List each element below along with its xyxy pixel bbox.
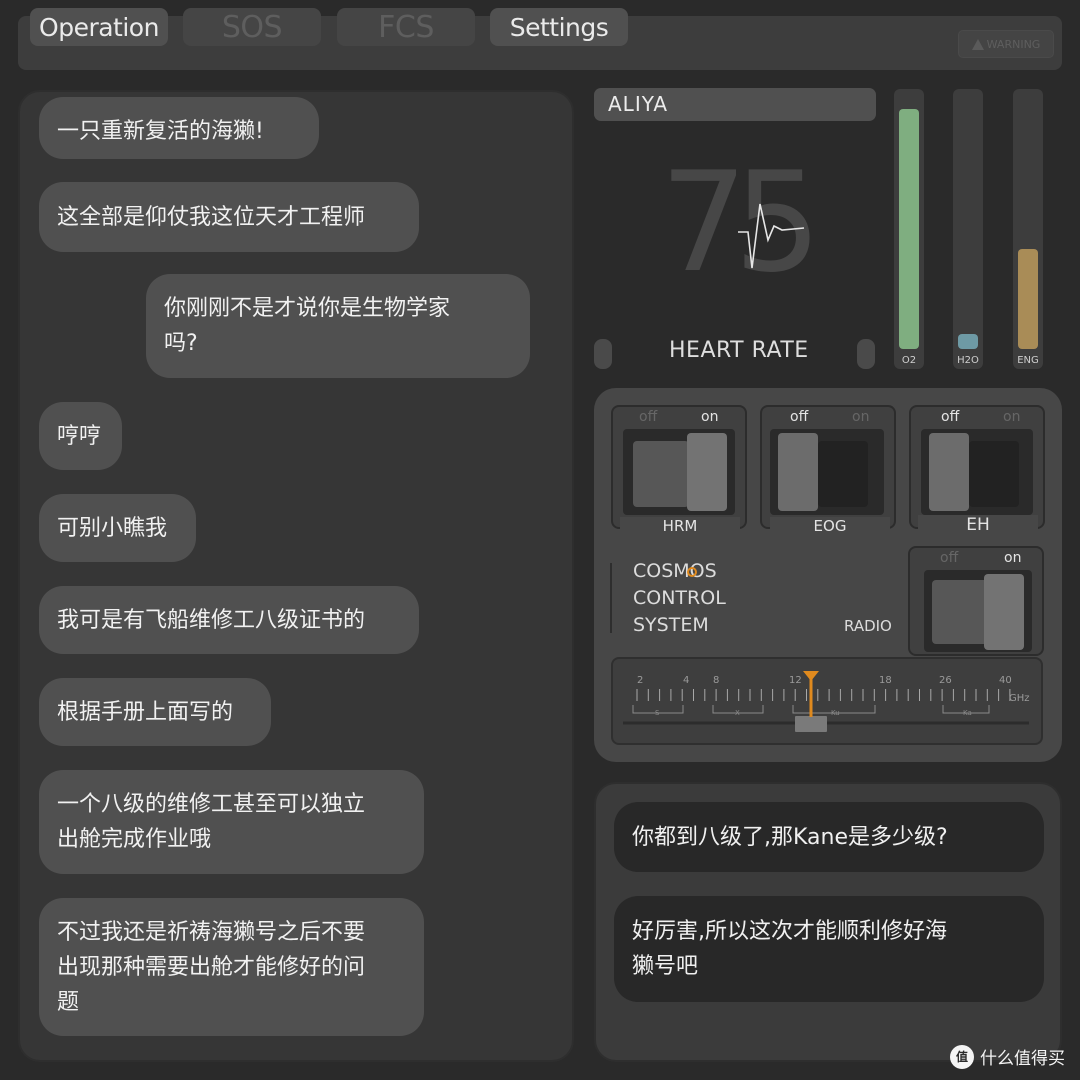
heart-rate-label: HEART RATE — [669, 338, 809, 363]
cosmos-logo: COSMOS CONTROL SYSTEM — [633, 558, 726, 639]
switch-knob[interactable] — [984, 574, 1024, 650]
gauge-h2o-fill — [958, 334, 978, 349]
cosmos-line-2: CONTROL — [633, 587, 726, 609]
tuner-slider-handle — [795, 716, 827, 732]
chat-bubble: 不过我还是祈祷海獭号之后不要 出现那种需要出舱才能修好的问 题 — [39, 898, 424, 1036]
tuner-unit-label: GHz — [1009, 693, 1030, 704]
chat-bubble: 一只重新复活的海獭! — [39, 97, 319, 159]
gauge-eng: ENG — [1013, 89, 1043, 369]
switch-radio[interactable]: off on — [908, 546, 1044, 656]
gauge-eng-label: ENG — [1017, 355, 1039, 366]
switch-knob[interactable] — [778, 433, 818, 511]
tab-settings[interactable]: Settings — [490, 8, 628, 46]
chat-bubble: 一个八级的维修工甚至可以独立 出舱完成作业哦 — [39, 770, 424, 874]
chat-bubble: 哼哼 — [39, 402, 122, 470]
switch-slot — [633, 441, 689, 507]
switch-slot — [932, 580, 988, 644]
switch-eog-label: EOG — [770, 517, 890, 535]
tuner-tick-label: 8 — [713, 675, 719, 686]
switch-knob[interactable] — [929, 433, 969, 511]
chat-bubble: 可别小瞧我 — [39, 494, 196, 562]
chat-bubble: 我可是有飞船维修工八级证书的 — [39, 586, 419, 654]
heart-rate-right-handle — [857, 339, 875, 369]
cosmos-line-3: SYSTEM — [633, 614, 709, 636]
tab-fcs[interactable]: FCS — [337, 8, 475, 46]
divider — [610, 563, 612, 633]
heart-rate-left-handle — [594, 339, 612, 369]
switch-eh-label: EH — [918, 515, 1038, 535]
switch-knob[interactable] — [687, 433, 727, 511]
watermark: 值 什么值得买 — [950, 1044, 1065, 1069]
chat-panel-right[interactable]: 你都到八级了,那Kane是多少级? 好厉害,所以这次才能顺利修好海 獭号吧 — [594, 782, 1062, 1062]
switch-off-label: off — [790, 409, 809, 425]
gauge-o2-fill — [899, 109, 919, 349]
tuner-scale: 2 4 8 12 18 26 40 GHz S X Ku Ka — [623, 671, 1030, 732]
warning-triangle-icon — [971, 38, 984, 50]
switch-hrm[interactable]: off on — [611, 405, 747, 529]
tab-sos[interactable]: SOS — [183, 8, 321, 46]
gauge-h2o-label: H2O — [957, 355, 979, 366]
switch-slot — [969, 441, 1019, 507]
gauge-h2o: H2O — [953, 89, 983, 369]
switch-on-label: on — [701, 409, 719, 425]
gauge-eng-fill — [1018, 249, 1038, 349]
tuner-tick-label: 40 — [999, 675, 1012, 686]
radio-frequency-tuner[interactable]: 2 4 8 12 18 26 40 GHz S X Ku Ka — [611, 657, 1043, 745]
switch-on-label: on — [852, 409, 870, 425]
smzdm-logo-icon: 值 — [950, 1044, 974, 1069]
tuner-band-label: Ku — [831, 709, 840, 717]
tuner-tick-label: 26 — [939, 675, 952, 686]
switch-slot — [818, 441, 868, 507]
radio-label: RADIO — [844, 617, 892, 635]
chat-bubble: 根据手册上面写的 — [39, 678, 271, 746]
heartbeat-waveform-icon — [738, 203, 805, 269]
tuner-band-label: S — [655, 709, 660, 717]
gauge-o2: O2 — [894, 89, 924, 369]
cosmos-orange-dot-icon — [687, 567, 697, 577]
switch-hrm-label: HRM — [620, 517, 740, 535]
tuner-band-label: X — [735, 709, 740, 717]
cosmos-line-1: COSMOS — [633, 560, 717, 582]
warning-label: WARNING — [986, 37, 1041, 51]
chat-bubble: 这全部是仰仗我这位天才工程师 — [39, 182, 419, 252]
gauge-o2-label: O2 — [901, 355, 917, 366]
watermark-text: 什么值得买 — [980, 1049, 1065, 1069]
tuner-tick-label: 4 — [683, 675, 689, 686]
switch-on-label: on — [1004, 550, 1022, 566]
chat-bubble-self: 你刚刚不是才说你是生物学家 吗? — [146, 274, 530, 378]
switch-eh[interactable]: off on — [909, 405, 1045, 529]
switch-off-label: off — [941, 409, 960, 425]
switch-eog[interactable]: off on — [760, 405, 896, 529]
tuner-tick-label: 18 — [879, 675, 892, 686]
chat-bubble: 你都到八级了,那Kane是多少级? — [614, 802, 1044, 872]
switch-off-label: off — [940, 550, 959, 566]
chat-panel-left[interactable]: 一只重新复活的海獭! 这全部是仰仗我这位天才工程师 你刚刚不是才说你是生物学家 … — [18, 90, 574, 1062]
tuner-tick-label: 2 — [637, 675, 643, 686]
switch-on-label: on — [1003, 409, 1021, 425]
chat-bubble: 好厉害,所以这次才能顺利修好海 獭号吧 — [614, 896, 1044, 1002]
warning-indicator: WARNING — [958, 30, 1054, 58]
tuner-tick-label: 12 — [789, 675, 802, 686]
tab-operation[interactable]: Operation — [30, 8, 168, 46]
tuner-band-label: Ka — [963, 709, 972, 717]
crew-name-bar: ALIYA — [594, 88, 876, 121]
switch-off-label: off — [639, 409, 658, 425]
